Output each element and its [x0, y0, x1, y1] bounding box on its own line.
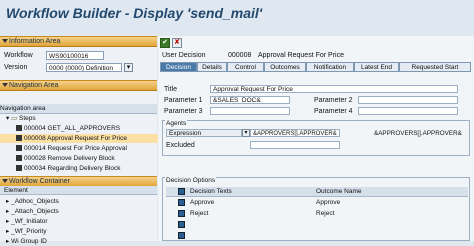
row-icon[interactable] [178, 199, 185, 206]
container-item-label: _Wf_Initiator [11, 218, 48, 225]
title-field[interactable]: Approval Request For Price [210, 85, 458, 93]
left-pane: Information Area Workflow WS90100016 Ver… [0, 36, 173, 245]
expression-display: &APPROVERS[].APPROVER& [374, 130, 462, 137]
container-item-label: _Wf_Priority [11, 228, 47, 235]
container-item-label: _Attach_Objects [11, 208, 59, 215]
container-item-label: Wi Group ID [11, 238, 47, 245]
version-select[interactable]: 0000 (0000) Definition [46, 63, 122, 72]
container-item-label: _Adhoc_Objects [11, 198, 59, 205]
param3-label: Parameter 3 [164, 108, 203, 115]
param4-field[interactable] [358, 107, 458, 115]
info-area-label: Information Area [9, 38, 61, 45]
expression-select[interactable]: Expression [166, 129, 242, 137]
tab-control[interactable]: Control [227, 62, 264, 72]
tab-outcomes[interactable]: Outcomes [264, 62, 306, 72]
step-number: 000008 [228, 52, 252, 59]
tab-details[interactable]: Details [197, 62, 227, 72]
outcome-name-cell[interactable]: Reject [316, 209, 334, 218]
workflow-field[interactable]: WS90100016 [46, 51, 104, 60]
folder-icon: ▭ [11, 115, 20, 122]
tab-requested-start[interactable]: Requested Start [399, 62, 471, 72]
decision-options-label: Decision Options [165, 177, 217, 184]
agents-group: Agents [162, 120, 470, 156]
table-icon [178, 188, 185, 195]
dropdown-icon[interactable]: ▾ [124, 63, 133, 72]
outcome-name-cell[interactable]: Approve [316, 198, 340, 207]
workflow-label: Workflow [4, 52, 33, 59]
container-item[interactable]: ▸ Wi Group ID [0, 237, 163, 246]
row-icon[interactable] [178, 221, 185, 228]
tree-item[interactable]: 000034 Regarding Delivery Block [0, 164, 173, 173]
step-icon [16, 145, 22, 152]
nav-area-heading: Navigation area [0, 104, 157, 114]
container-item[interactable]: ▸ _Wf_Initiator [0, 217, 163, 226]
excluded-label: Excluded [166, 142, 195, 149]
collapse-icon[interactable] [2, 83, 8, 87]
info-area-bar[interactable]: Information Area [0, 36, 157, 47]
tree-item-selected[interactable]: 000008 Approval Request For Price [0, 134, 173, 143]
tab-decision[interactable]: Decision [160, 62, 197, 72]
param2-label: Parameter 2 [314, 97, 353, 104]
checkmark-icon[interactable]: ✔ [160, 38, 170, 48]
tree-item[interactable]: 000028 Remove Delivery Block [0, 154, 173, 163]
param4-label: Parameter 4 [314, 108, 353, 115]
container-label: Workflow Container [9, 178, 70, 185]
param2-field[interactable] [358, 96, 458, 104]
container-item[interactable]: ▸ _Attach_Objects [0, 207, 163, 216]
step-icon [16, 135, 22, 142]
tree-item[interactable]: 000014 Request For Price Approval [0, 144, 173, 153]
tree-label: 000014 Request For Price Approval [24, 145, 127, 152]
tab-strip: Decision Details Control Outcomes Notifi… [158, 62, 474, 73]
excluded-field[interactable] [250, 141, 340, 149]
param1-label: Parameter 1 [164, 97, 203, 104]
header-decision-texts: Decision Texts [190, 188, 232, 195]
nav-area-bar[interactable]: Navigation Area [0, 80, 157, 91]
title-bar: Workflow Builder - Display 'send_mail' [0, 0, 474, 34]
tab-notification[interactable]: Notification [306, 62, 354, 72]
nav-area-label: Navigation Area [9, 82, 59, 89]
container-header: Element [0, 186, 157, 195]
header-outcome-name: Outcome Name [316, 188, 362, 195]
step-icon [16, 155, 22, 162]
decision-text-cell[interactable]: Reject [190, 209, 208, 218]
row-icon[interactable] [178, 232, 185, 239]
param1-field[interactable]: &SALES_DOC& [210, 96, 290, 104]
tree-label: 000008 Approval Request For Price [24, 135, 127, 142]
tab-latest-end[interactable]: Latest End [354, 62, 399, 72]
tree-label: 000028 Remove Delivery Block [24, 155, 115, 162]
agents-label: Agents [165, 120, 188, 127]
tree-node-steps[interactable]: ▾ ▭ Steps [0, 114, 163, 123]
step-icon [16, 125, 22, 132]
row-icon[interactable] [178, 210, 185, 217]
container-item[interactable]: ▸ _Adhoc_Objects [0, 197, 163, 206]
tree-label: Steps [19, 115, 36, 122]
window-title: Workflow Builder - Display 'send_mail' [6, 5, 263, 21]
tree-label: 000004 GET_ALL_APPROVERS [24, 125, 121, 132]
dropdown-icon[interactable]: ▾ [242, 129, 250, 137]
expression-field[interactable]: &APPROVERS[].APPROVER& [250, 129, 340, 137]
right-pane: ✔ ✘ User Decision 000008 Approval Reques… [158, 36, 474, 241]
version-label: Version [4, 64, 28, 71]
tree-label: 000034 Regarding Delivery Block [24, 165, 121, 172]
collapse-icon[interactable] [2, 179, 8, 183]
step-type: User Decision [162, 52, 206, 59]
title-label: Title [164, 86, 177, 93]
decision-text-cell[interactable]: Approve [190, 198, 214, 207]
container-item[interactable]: ▸ _Wf_Priority [0, 227, 163, 236]
collapse-icon[interactable] [2, 39, 8, 43]
tree-item[interactable]: 000004 GET_ALL_APPROVERS [0, 124, 173, 133]
param3-field[interactable] [210, 107, 290, 115]
step-icon [16, 165, 22, 172]
close-icon[interactable]: ✘ [172, 38, 182, 48]
step-title: Approval Request For Price [258, 52, 344, 59]
